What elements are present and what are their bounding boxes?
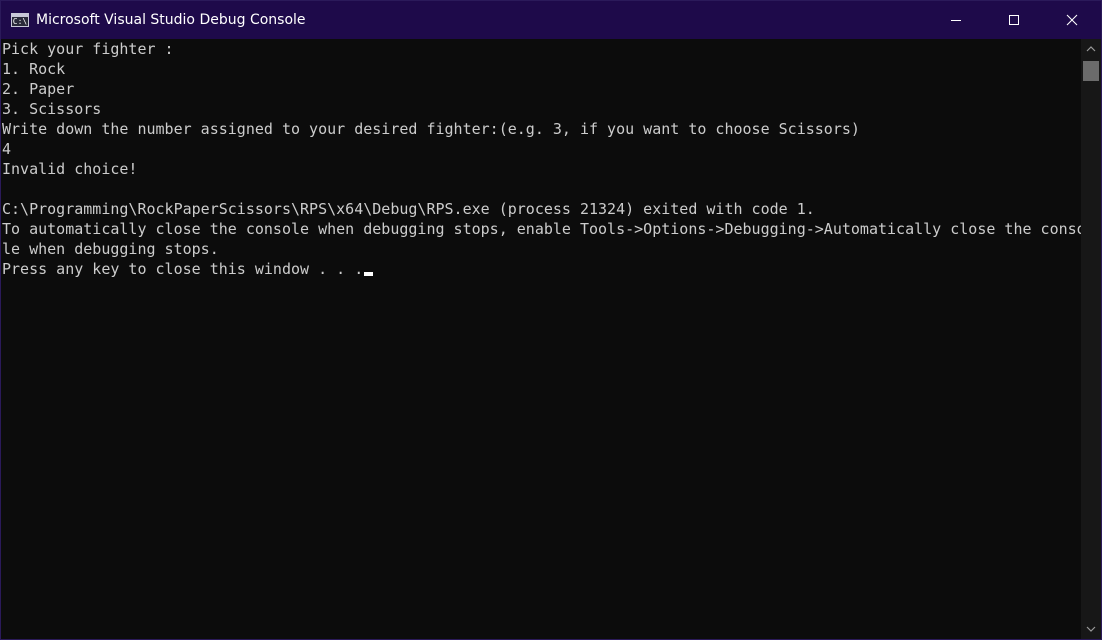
chevron-down-icon: [1086, 626, 1096, 632]
minimize-button[interactable]: [927, 1, 985, 39]
window-title: Microsoft Visual Studio Debug Console: [36, 12, 306, 28]
console-app-icon-text: C:\: [12, 17, 28, 26]
chevron-up-icon: [1086, 46, 1096, 52]
console-line: le when debugging stops.: [2, 240, 219, 258]
console-line: To automatically close the console when …: [2, 220, 1081, 238]
console-line: 1. Rock: [2, 60, 66, 78]
vertical-scrollbar[interactable]: [1081, 39, 1101, 639]
console-line: 4: [2, 140, 12, 158]
scroll-up-button[interactable]: [1081, 39, 1101, 59]
console-line: C:\Programming\RockPaperScissors\RPS\x64…: [2, 200, 815, 218]
minimize-icon: [951, 20, 961, 21]
close-button[interactable]: [1043, 1, 1101, 39]
console-line: 2. Paper: [2, 80, 75, 98]
console-prompt-text: Press any key to close this window . . .: [2, 260, 364, 278]
text-cursor: [364, 272, 374, 276]
console-app-icon: C:\: [11, 13, 29, 27]
console-line: 3. Scissors: [2, 100, 102, 118]
console-prompt-line: Press any key to close this window . . .: [1, 259, 1081, 279]
console-line: Invalid choice!: [2, 160, 138, 178]
close-icon: [1066, 14, 1078, 26]
maximize-icon: [1009, 15, 1019, 25]
scroll-thumb[interactable]: [1083, 61, 1099, 81]
console-window: C:\ Microsoft Visual Studio Debug Consol…: [0, 0, 1102, 640]
console-line: Write down the number assigned to your d…: [2, 120, 860, 138]
caption-buttons: [927, 1, 1101, 39]
scroll-down-button[interactable]: [1081, 619, 1101, 639]
title-bar[interactable]: C:\ Microsoft Visual Studio Debug Consol…: [1, 1, 1101, 39]
console-output[interactable]: Pick your fighter : 1. Rock 2. Paper 3. …: [1, 39, 1081, 639]
maximize-button[interactable]: [985, 1, 1043, 39]
console-line: Pick your fighter :: [2, 40, 174, 58]
